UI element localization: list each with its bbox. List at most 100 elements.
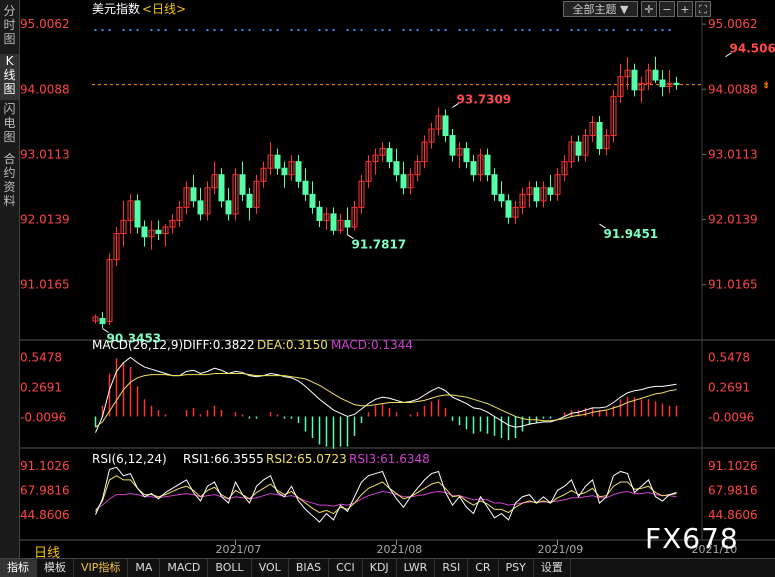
marker-dot [291, 29, 293, 31]
theme-select-label: 全部主题 [573, 3, 617, 16]
y-tick-label: 93.0113 [708, 147, 758, 161]
crosshair-icon[interactable]: ✛ [641, 1, 657, 17]
theme-select[interactable]: 全部主题 ▼ [563, 1, 638, 17]
marker-dot [242, 29, 244, 31]
zoom-out-icon[interactable]: − [659, 1, 675, 17]
candle-body [443, 116, 448, 136]
candle-body [310, 194, 315, 207]
chart-period: <日线> [142, 2, 186, 16]
candle-body [387, 149, 392, 162]
marker-dot [151, 29, 153, 31]
candle-body [275, 155, 280, 168]
indicator-tab-5[interactable]: BOLL [208, 559, 251, 577]
macd-y-tick-left: -0.0096 [20, 411, 66, 425]
candle-body [674, 83, 679, 84]
dea-line [96, 374, 677, 428]
tab-contract-info[interactable]: 合约资料 [0, 152, 19, 212]
marker-dot [249, 29, 251, 31]
y-tick-label-left: 95.0062 [20, 17, 70, 31]
marker-dot [361, 29, 363, 31]
candle-body [485, 155, 490, 175]
last-price-arrow-icon: ⇟ [762, 81, 770, 92]
marker-dot [487, 29, 489, 31]
candle-body [226, 201, 231, 214]
macd-y-tick-left: 0.5478 [20, 351, 62, 365]
candle-body [394, 162, 399, 175]
marker-dot [137, 29, 139, 31]
indicator-tab-1[interactable]: 模板 [37, 559, 74, 577]
macd-y-tick: -0.0096 [708, 411, 754, 425]
macd-legend: MACD:0.1344 [331, 338, 413, 352]
candle-body [247, 194, 252, 207]
indicator-tab-6[interactable]: VOL [252, 559, 289, 577]
marker-dot [662, 29, 664, 31]
x-tick-label: 2021/09 [538, 543, 584, 556]
candle-body [296, 162, 301, 182]
candle-body [632, 70, 637, 90]
rsi-legend: RSI3:61.6348 [349, 452, 430, 466]
indicator-tab-9[interactable]: KDJ [363, 559, 397, 577]
indicator-tab-14[interactable]: 设置 [534, 559, 571, 577]
marker-dot [319, 29, 321, 31]
candle-body [450, 136, 455, 156]
indicator-tab-8[interactable]: CCI [329, 559, 363, 577]
y-tick-label-left: 94.0088 [20, 82, 70, 96]
marker-dot [193, 29, 195, 31]
marker-dot [550, 29, 552, 31]
indicator-tab-7[interactable]: BIAS [289, 559, 329, 577]
marker-dot [214, 29, 216, 31]
marker-dot [641, 29, 643, 31]
indicator-tabbar: 指标模板VIP指标MAMACDBOLLVOLBIASCCIKDJLWRRSICR… [0, 558, 775, 577]
candle-body [653, 70, 658, 80]
tab-kline[interactable]: K线图 [0, 54, 19, 100]
x-tick-label: 2021/08 [377, 543, 423, 556]
marker-dot [403, 29, 405, 31]
indicator-tab-3[interactable]: MA [128, 559, 160, 577]
candle-body [660, 80, 665, 87]
dif-line [96, 357, 677, 432]
tab-flash-chart[interactable]: 闪电图 [0, 102, 19, 148]
marker-dot [277, 29, 279, 31]
annotation-label: 91.7817 [352, 238, 407, 252]
marker-dot [347, 29, 349, 31]
marker-dot [501, 29, 503, 31]
indicator-tab-4[interactable]: MACD [160, 559, 208, 577]
y-tick-label: 95.0062 [708, 17, 758, 31]
marker-dot [158, 29, 160, 31]
indicator-tab-11[interactable]: RSI [435, 559, 468, 577]
rsi-y-tick: 91.1026 [708, 459, 758, 473]
marker-dot [298, 29, 300, 31]
indicator-tab-12[interactable]: CR [468, 559, 498, 577]
rsi-title: RSI(6,12,24) [92, 452, 167, 466]
indicator-tab-2[interactable]: VIP指标 [74, 559, 128, 577]
fullscreen-icon[interactable]: ⛶ [695, 1, 711, 17]
marker-dot [186, 29, 188, 31]
marker-dot [389, 29, 391, 31]
tab-timeshare[interactable]: 分时图 [0, 4, 19, 48]
macd-y-tick-left: 0.2691 [20, 381, 62, 395]
marker-dot [627, 29, 629, 31]
indicator-tab-0[interactable]: 指标 [0, 559, 37, 577]
macd-title: MACD(26,12,9) [92, 338, 183, 352]
marker-dot [494, 29, 496, 31]
y-tick-label: 91.0165 [708, 278, 758, 292]
indicator-tab-13[interactable]: PSY [499, 559, 534, 577]
marker-dot [130, 29, 132, 31]
marker-dot [655, 29, 657, 31]
rsi-legend: RSI1:66.3555 [183, 452, 264, 466]
marker-dot [571, 29, 573, 31]
macd-y-tick: 0.5478 [708, 351, 750, 365]
candle-body [303, 181, 308, 194]
marker-dot [634, 29, 636, 31]
y-tick-label-left: 91.0165 [20, 278, 70, 292]
y-tick-label-left: 92.0139 [20, 213, 70, 227]
rsi-y-tick-left: 44.8606 [20, 508, 70, 522]
indicator-tab-10[interactable]: LWR [397, 559, 436, 577]
marker-dot [522, 29, 524, 31]
candle-body [282, 168, 287, 175]
zoom-in-icon[interactable]: + [677, 1, 693, 17]
rsi-y-tick-left: 91.1026 [20, 459, 70, 473]
marker-dot [102, 29, 104, 31]
rsi-y-tick-left: 67.9816 [20, 483, 70, 497]
candle-body [240, 175, 245, 195]
